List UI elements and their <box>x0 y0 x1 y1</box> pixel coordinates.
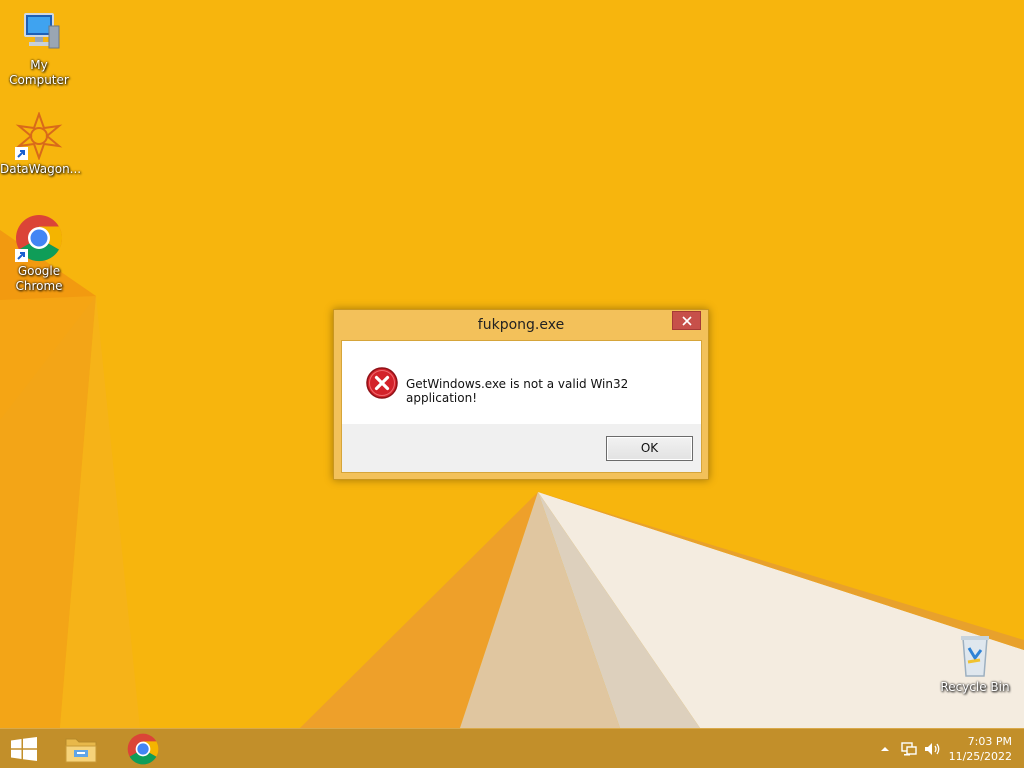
error-dialog[interactable]: fukpong.exe GetWindows.exe is not a vali… <box>333 309 709 480</box>
desktop-icon-google-chrome[interactable]: Google Chrome <box>0 214 78 294</box>
network-button[interactable] <box>900 740 918 758</box>
chrome-taskbar-button[interactable] <box>118 729 168 768</box>
system-tray: 7:03 PM 11/25/2022 <box>864 729 1024 768</box>
close-icon <box>681 315 692 326</box>
dialog-footer: OK <box>342 424 701 472</box>
taskbar: 7:03 PM 11/25/2022 <box>0 728 1024 768</box>
dialog-message: GetWindows.exe is not a valid Win32 appl… <box>406 377 629 405</box>
shortcut-arrow-icon <box>15 249 28 262</box>
volume-button[interactable] <box>924 740 942 758</box>
desktop-icon-label: Recycle Bin <box>940 680 1010 694</box>
error-icon <box>366 367 398 399</box>
desktop-icon-label: DataWagon... <box>0 162 82 176</box>
shortcut-arrow-icon <box>15 147 28 160</box>
ok-button[interactable]: OK <box>606 436 693 461</box>
clock-date: 11/25/2022 <box>948 750 1012 763</box>
file-explorer-taskbar-button[interactable] <box>56 729 106 768</box>
windows-logo-icon <box>11 736 37 761</box>
chevron-up-icon <box>881 747 889 751</box>
desktop-icon-label: My Computer <box>9 58 69 87</box>
network-icon <box>901 742 917 756</box>
dialog-body: GetWindows.exe is not a valid Win32 appl… <box>341 340 702 473</box>
clock[interactable]: 7:03 PM 11/25/2022 <box>942 734 1012 764</box>
computer-icon <box>15 8 63 56</box>
folder-icon <box>65 738 97 762</box>
desktop-icon-datawagon[interactable]: DataWagon... <box>0 111 82 177</box>
clock-time: 7:03 PM <box>967 735 1012 748</box>
desktop-icon-recycle-bin[interactable]: Recycle Bin <box>936 630 1014 695</box>
show-hidden-icons-button[interactable] <box>876 740 894 758</box>
chrome-icon <box>127 733 159 764</box>
chrome-icon <box>15 214 63 262</box>
desktop-icon-label: Google Chrome <box>15 264 63 293</box>
dialog-title: fukpong.exe <box>477 317 565 333</box>
datawagon-icon <box>15 111 63 161</box>
start-button[interactable] <box>0 729 48 768</box>
recycle-bin-icon <box>951 630 999 678</box>
volume-icon <box>925 743 940 755</box>
close-button[interactable] <box>672 311 701 330</box>
desktop-icon-my-computer[interactable]: My Computer <box>0 8 78 88</box>
desktop[interactable]: My Computer DataWagon... Google Chrome R… <box>0 0 1024 728</box>
